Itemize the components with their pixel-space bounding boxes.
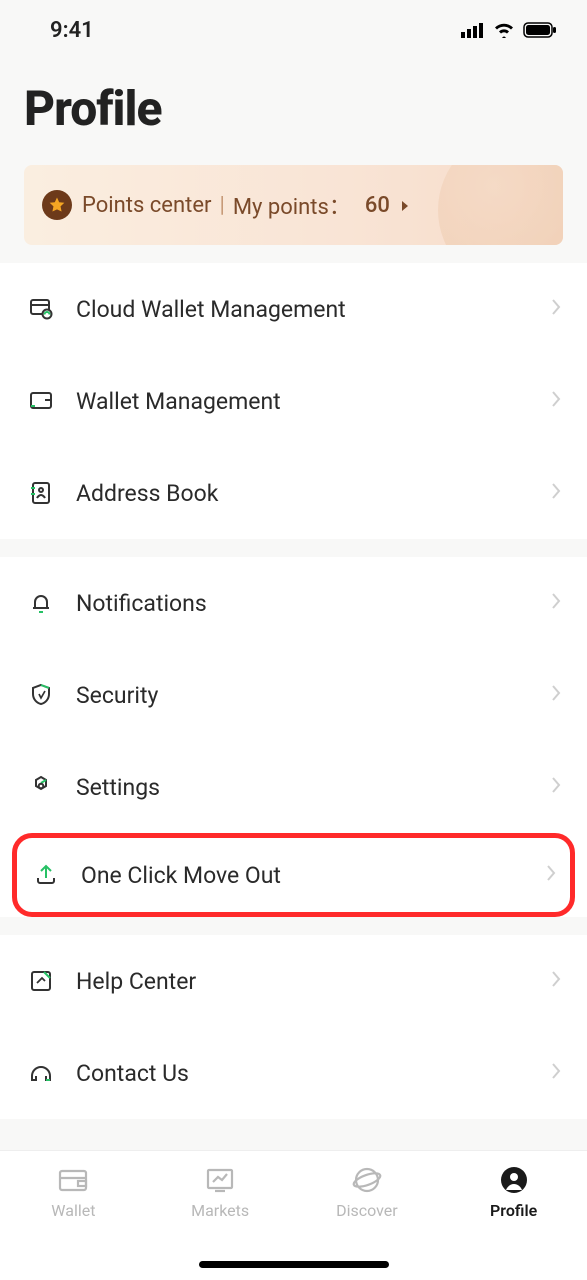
upload-icon [31, 860, 61, 890]
my-points-label: My points： [233, 189, 351, 221]
list-item-label: Security [76, 682, 551, 709]
address-book-icon [26, 478, 56, 508]
one-click-move-out-item[interactable]: One Click Move Out [12, 833, 575, 917]
chevron-right-icon [551, 1062, 561, 1084]
list-item-label: Cloud Wallet Management [76, 296, 551, 323]
chevron-right-icon [546, 864, 556, 886]
chevron-right-icon [551, 390, 561, 412]
status-time: 9:41 [50, 18, 94, 43]
wallet-nav-icon [56, 1165, 90, 1195]
list-group-3: Help Center Contact Us [0, 935, 587, 1119]
chevron-right-icon [400, 193, 410, 218]
nav-label: Wallet [51, 1201, 95, 1220]
list-item-label: Contact Us [76, 1060, 551, 1087]
list-item-label: Wallet Management [76, 388, 551, 415]
profile-nav-icon [497, 1165, 531, 1195]
star-icon [42, 190, 72, 220]
nav-discover[interactable]: Discover [307, 1165, 427, 1220]
nav-wallet[interactable]: Wallet [13, 1165, 133, 1220]
points-separator: | [219, 193, 224, 218]
chevron-right-icon [551, 482, 561, 504]
chevron-right-icon [551, 298, 561, 320]
shield-icon [26, 680, 56, 710]
contact-icon [26, 1058, 56, 1088]
address-book-item[interactable]: Address Book [0, 447, 587, 539]
home-indicator [199, 1261, 389, 1268]
points-text: Points center | My points： 60 [82, 189, 410, 221]
chevron-right-icon [551, 592, 561, 614]
nav-label: Profile [490, 1201, 537, 1220]
list-group-2: Notifications Security Settings [0, 557, 587, 917]
gear-icon [26, 772, 56, 802]
chevron-right-icon [551, 970, 561, 992]
wallet-management-item[interactable]: Wallet Management [0, 355, 587, 447]
security-item[interactable]: Security [0, 649, 587, 741]
points-value: 60 [365, 193, 390, 218]
cellular-signal-icon [461, 22, 485, 38]
status-icons [461, 22, 557, 38]
points-center-banner[interactable]: Points center | My points： 60 [24, 165, 563, 245]
status-bar: 9:41 [0, 0, 587, 60]
list-item-label: Help Center [76, 968, 551, 995]
bell-icon [26, 588, 56, 618]
nav-profile[interactable]: Profile [454, 1165, 574, 1220]
notifications-item[interactable]: Notifications [0, 557, 587, 649]
list-item-label: Address Book [76, 480, 551, 507]
points-center-label: Points center [82, 193, 211, 218]
chevron-right-icon [551, 684, 561, 706]
help-center-item[interactable]: Help Center [0, 935, 587, 1027]
markets-nav-icon [203, 1165, 237, 1195]
wifi-icon [493, 22, 515, 38]
contact-us-item[interactable]: Contact Us [0, 1027, 587, 1119]
chevron-right-icon [551, 776, 561, 798]
nav-markets[interactable]: Markets [160, 1165, 280, 1220]
list-group-1: Cloud Wallet Management Wallet Managemen… [0, 263, 587, 539]
battery-icon [523, 22, 557, 38]
page-title: Profile [0, 60, 587, 165]
list-item-label: Notifications [76, 590, 551, 617]
discover-nav-icon [350, 1165, 384, 1195]
list-item-label: One Click Move Out [81, 862, 546, 889]
settings-item[interactable]: Settings [0, 741, 587, 833]
cloud-wallet-icon [26, 294, 56, 324]
coin-decoration [438, 165, 563, 245]
list-item-label: Settings [76, 774, 551, 801]
cloud-wallet-management-item[interactable]: Cloud Wallet Management [0, 263, 587, 355]
wallet-mgmt-icon [26, 386, 56, 416]
nav-label: Discover [336, 1201, 398, 1220]
nav-label: Markets [191, 1201, 249, 1220]
help-icon [26, 966, 56, 996]
